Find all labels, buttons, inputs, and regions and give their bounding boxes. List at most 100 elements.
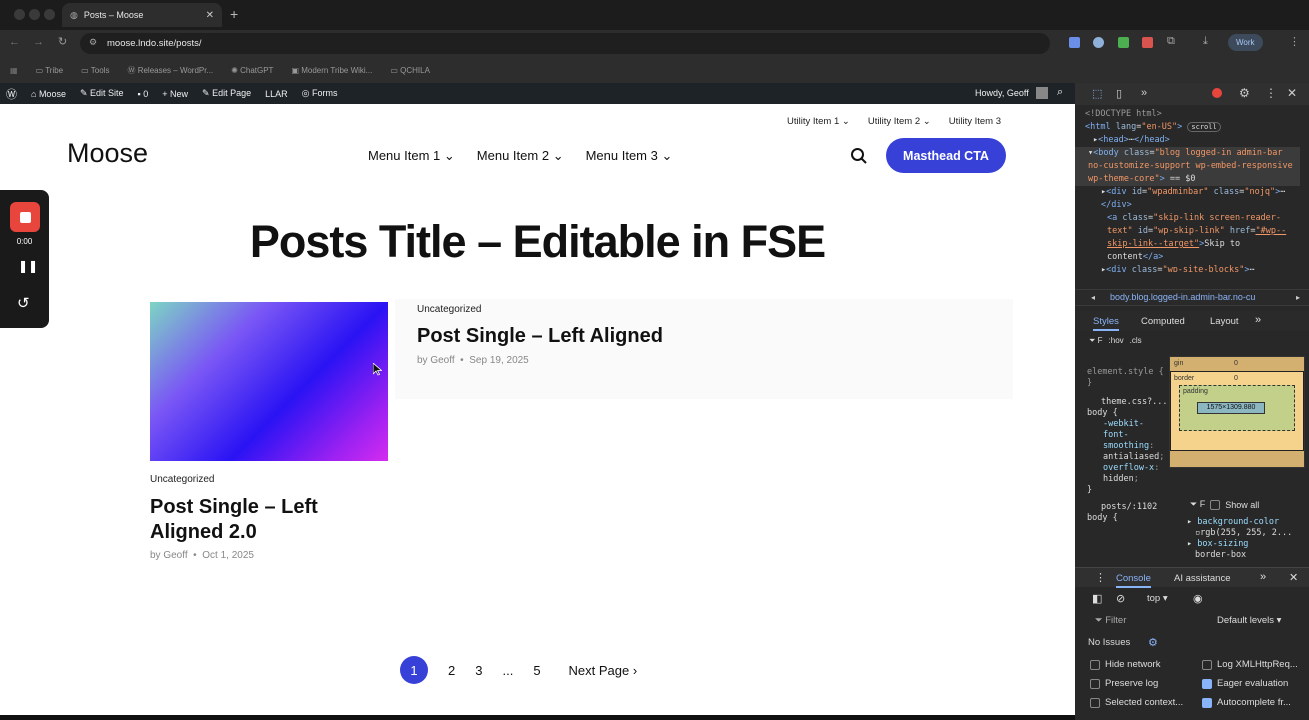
close-tab-icon[interactable]: ✕ bbox=[206, 10, 214, 21]
maximize-window-dot[interactable] bbox=[44, 9, 55, 20]
computed-prop[interactable]: ▸ box-sizing bbox=[1187, 539, 1307, 550]
page-1-current[interactable]: 1 bbox=[400, 656, 428, 684]
scroll-left-icon[interactable]: ◂ bbox=[1091, 293, 1095, 302]
cls-toggle[interactable]: .cls bbox=[1130, 336, 1142, 346]
dom-breadcrumb[interactable]: body.blog.logged-in.admin-bar.no-cu bbox=[1110, 292, 1285, 302]
computed-filter-icon[interactable]: ⏷ F bbox=[1190, 499, 1205, 510]
checkbox-checked[interactable] bbox=[1202, 697, 1212, 708]
inspect-element-icon[interactable]: ⬚ bbox=[1092, 87, 1102, 100]
settings-gear-icon[interactable]: ⚙ bbox=[1239, 86, 1250, 100]
eager-evaluation-option[interactable]: Eager evaluation bbox=[1202, 678, 1309, 689]
error-count-icon[interactable] bbox=[1212, 88, 1222, 98]
log-xhr-option[interactable]: Log XMLHttpReq... bbox=[1202, 659, 1309, 670]
bookmark-releases[interactable]: Ⓦ Releases – WordPr... bbox=[127, 65, 213, 76]
tab-console[interactable]: Console bbox=[1116, 573, 1151, 588]
more-drawer-tabs-icon[interactable]: » bbox=[1260, 571, 1266, 583]
drawer-menu-icon[interactable]: ⋮ bbox=[1095, 571, 1106, 584]
minimize-window-dot[interactable] bbox=[29, 9, 40, 20]
forward-icon[interactable]: → bbox=[33, 36, 44, 48]
utility-item-3[interactable]: Utility Item 3 bbox=[949, 116, 1001, 127]
extension-icon[interactable] bbox=[1142, 37, 1153, 48]
bookmark-qchila[interactable]: ▭ QCHILA bbox=[390, 66, 430, 75]
llar-link[interactable]: LLAR bbox=[265, 89, 288, 99]
dom-head[interactable]: ▸<head>⋯</head> bbox=[1085, 134, 1300, 147]
checkbox-checked[interactable] bbox=[1202, 678, 1212, 689]
margin-top-value[interactable]: 0 bbox=[1234, 360, 1238, 367]
dom-wpadminbar[interactable]: ▸<div id="wpadminbar" class="nojq">⋯</di… bbox=[1085, 186, 1300, 212]
extension-icon[interactable] bbox=[1093, 37, 1104, 48]
context-selector[interactable]: top ▾ bbox=[1147, 593, 1168, 604]
page-5-link[interactable]: 5 bbox=[533, 663, 540, 678]
post-title[interactable]: Post Single – Left Aligned bbox=[417, 325, 663, 348]
border-top-value[interactable]: 0 bbox=[1234, 375, 1238, 382]
edit-site-link[interactable]: ✎ Edit Site bbox=[80, 88, 124, 99]
issues-count[interactable]: No Issues bbox=[1088, 637, 1130, 648]
selected-context-option[interactable]: Selected context... bbox=[1090, 697, 1202, 708]
close-drawer-icon[interactable]: ✕ bbox=[1289, 571, 1298, 584]
more-tabs-icon[interactable]: » bbox=[1255, 314, 1261, 326]
dom-site-blocks[interactable]: ▸<div class="wp-site-blocks">⋯ bbox=[1085, 264, 1300, 272]
post-author[interactable]: by Geoff bbox=[417, 355, 455, 366]
back-icon[interactable]: ← bbox=[9, 36, 20, 48]
extension-icon[interactable] bbox=[1118, 37, 1129, 48]
user-avatar[interactable] bbox=[1036, 87, 1048, 99]
checkbox[interactable] bbox=[1090, 678, 1100, 689]
site-info-icon[interactable]: ⚙ bbox=[89, 37, 97, 48]
restart-icon[interactable]: ↺ bbox=[17, 294, 30, 312]
stop-recording-button[interactable] bbox=[10, 202, 40, 232]
dom-body-selected[interactable]: ▾<body class="blog logged-in admin-bar n… bbox=[1075, 147, 1300, 186]
utility-item-2[interactable]: Utility Item 2 ⌄ bbox=[868, 116, 931, 127]
live-expression-eye-icon[interactable]: ◉ bbox=[1193, 592, 1203, 605]
hov-toggle[interactable]: :hov bbox=[1109, 336, 1124, 346]
checkbox[interactable] bbox=[1090, 659, 1100, 670]
checkbox[interactable] bbox=[1090, 697, 1100, 708]
content-size[interactable]: 1575×1309.880 bbox=[1197, 402, 1265, 414]
element-style-rule[interactable]: element.style { bbox=[1087, 367, 1169, 378]
clear-console-icon[interactable]: ⊘ bbox=[1116, 592, 1125, 605]
browser-menu-icon[interactable]: ⋮ bbox=[1289, 35, 1300, 48]
post-category[interactable]: Uncategorized bbox=[150, 474, 214, 485]
pause-icon[interactable]: ❚❚ bbox=[18, 259, 38, 273]
new-tab-icon[interactable]: + bbox=[230, 6, 238, 22]
checkbox[interactable] bbox=[1202, 659, 1212, 670]
edit-page-link[interactable]: ✎ Edit Page bbox=[202, 88, 251, 99]
menu-item-1[interactable]: Menu Item 1 ⌄ bbox=[368, 148, 455, 164]
menu-item-2[interactable]: Menu Item 2 ⌄ bbox=[477, 148, 564, 164]
close-devtools-icon[interactable]: ✕ bbox=[1287, 86, 1297, 100]
post-category[interactable]: Uncategorized bbox=[417, 304, 481, 315]
page-3-link[interactable]: 3 bbox=[475, 663, 482, 678]
utility-item-1[interactable]: Utility Item 1 ⌄ bbox=[787, 116, 850, 127]
admin-search-icon[interactable]: ⌕ bbox=[1057, 86, 1063, 99]
post-title[interactable]: Post Single – Left Aligned 2.0 bbox=[150, 495, 395, 545]
bookmark-tools[interactable]: ▭ Tools bbox=[81, 66, 109, 75]
forms-link[interactable]: ◎ Forms bbox=[302, 88, 338, 99]
post-featured-image[interactable] bbox=[150, 302, 388, 461]
issues-settings-icon[interactable]: ⚙ bbox=[1148, 636, 1158, 649]
sidebar-toggle-icon[interactable]: ◧ bbox=[1092, 592, 1102, 605]
tab-styles[interactable]: Styles bbox=[1093, 316, 1119, 331]
dom-html[interactable]: <html lang="en-US"> scroll bbox=[1085, 121, 1300, 134]
filter-icon[interactable]: ⏷ F bbox=[1089, 336, 1103, 346]
download-icon[interactable]: ⤓ bbox=[1203, 35, 1208, 48]
posts-css-link[interactable]: posts/:1102 bbox=[1087, 502, 1169, 513]
theme-css-link[interactable]: theme.css?... bbox=[1087, 397, 1169, 408]
bookmark-tribe[interactable]: ▭ Tribe bbox=[36, 66, 64, 75]
extensions-puzzle-icon[interactable]: ⧉ bbox=[1167, 35, 1175, 48]
browser-tab[interactable]: ◍ Posts – Moose ✕ bbox=[62, 3, 222, 27]
hide-network-option[interactable]: Hide network bbox=[1090, 659, 1202, 670]
more-panels-icon[interactable]: » bbox=[1141, 87, 1147, 99]
log-levels-dropdown[interactable]: Default levels ▾ bbox=[1217, 615, 1281, 626]
bookmark-wiki[interactable]: ▣ Modern Tribe Wiki... bbox=[291, 66, 372, 75]
computed-prop[interactable]: ▸ background-color bbox=[1187, 517, 1307, 528]
apps-icon[interactable]: ▦ bbox=[10, 66, 18, 75]
extension-icon[interactable] bbox=[1069, 37, 1080, 48]
masthead-cta-button[interactable]: Masthead CTA bbox=[886, 138, 1006, 173]
site-logo[interactable]: Moose bbox=[67, 138, 148, 169]
howdy-user[interactable]: Howdy, Geoff bbox=[975, 88, 1029, 98]
reload-icon[interactable]: ↻ bbox=[58, 35, 67, 48]
tab-layout[interactable]: Layout bbox=[1210, 316, 1239, 327]
profile-chip[interactable]: Work bbox=[1228, 34, 1263, 51]
device-toolbar-icon[interactable]: ▯ bbox=[1116, 87, 1122, 100]
scroll-right-icon[interactable]: ▸ bbox=[1296, 293, 1300, 302]
preserve-log-option[interactable]: Preserve log bbox=[1090, 678, 1202, 689]
